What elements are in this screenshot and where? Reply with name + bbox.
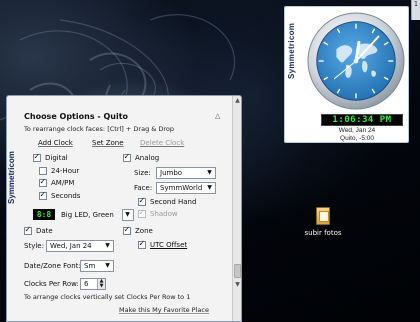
spin-down-icon[interactable]: ▼ bbox=[97, 284, 105, 289]
size-value: Jumbo bbox=[160, 169, 183, 177]
zone-checkbox[interactable] bbox=[123, 227, 131, 235]
analog-clock-face bbox=[307, 12, 405, 110]
hour24-checkbox[interactable] bbox=[39, 167, 47, 175]
led-preview: 8:8 bbox=[33, 209, 55, 220]
desktop-icon-label: subir fotos bbox=[304, 229, 342, 237]
date-style-value: Wed, Jan 24 bbox=[50, 242, 92, 250]
ampm-label: AM/PM bbox=[51, 179, 75, 187]
face-label: Face: bbox=[134, 184, 153, 192]
font-label: Date/Zone Font: bbox=[24, 262, 81, 270]
analog-label: Analog bbox=[135, 154, 160, 162]
size-select[interactable]: Jumbo ▼ bbox=[156, 167, 216, 179]
led-style-select[interactable]: ▼ bbox=[122, 209, 134, 221]
size-label: Size: bbox=[134, 169, 151, 177]
face-select[interactable]: SymmWorld ▼ bbox=[156, 182, 216, 194]
font-select[interactable]: Sm ▼ bbox=[80, 260, 114, 272]
clock-gadget[interactable]: Symmetricom 1:06:34 PM Wed, Jan 24 Quito… bbox=[284, 6, 409, 143]
digital-checkbox[interactable] bbox=[33, 154, 41, 162]
folder-icon bbox=[316, 207, 330, 225]
scroll-up-icon[interactable]: ▲ bbox=[233, 96, 241, 106]
zone-label: Zone bbox=[135, 227, 153, 235]
shadow-checkbox[interactable] bbox=[138, 210, 146, 218]
seconds-checkbox[interactable] bbox=[39, 192, 47, 200]
clock-brand-label: Symmetricom bbox=[287, 22, 296, 79]
options-brand-label: Symmetricom bbox=[7, 151, 16, 204]
scroll-down-icon[interactable]: ▼ bbox=[233, 280, 241, 290]
ampm-checkbox[interactable] bbox=[39, 179, 47, 187]
rearrange-hint: To rearrange clock faces: [Ctrl] + Drag … bbox=[24, 125, 175, 133]
clocks-per-row-value: 6 bbox=[84, 280, 89, 288]
second-hand-label: Second Hand bbox=[150, 198, 197, 206]
edge-tab[interactable]: 1 bbox=[411, 0, 420, 20]
face-value: SymmWorld bbox=[160, 184, 203, 192]
digital-time-display: 1:06:34 PM bbox=[321, 114, 403, 126]
date-checkbox[interactable] bbox=[24, 227, 32, 235]
led-style-label: Big LED, Green bbox=[61, 211, 114, 219]
seconds-label: Seconds bbox=[51, 192, 81, 200]
add-clock-button[interactable]: Add Clock bbox=[38, 139, 73, 147]
options-scrollbar[interactable]: ▲ ▼ bbox=[232, 96, 241, 321]
delete-clock-button[interactable]: Delete Clock bbox=[140, 139, 184, 147]
clock-zone: Quito, -5:00 bbox=[340, 135, 374, 142]
utc-offset-checkbox[interactable] bbox=[138, 241, 146, 249]
digital-label: Digital bbox=[45, 154, 68, 162]
desktop-folder-icon[interactable]: subir fotos bbox=[298, 207, 348, 237]
clocks-per-row-label: Clocks Per Row: bbox=[24, 280, 79, 288]
options-panel: Symmetricom Choose Options - Quito △ To … bbox=[6, 95, 242, 322]
hour24-label: 24-Hour bbox=[51, 167, 80, 175]
set-zone-button[interactable]: Set Zone bbox=[92, 139, 124, 147]
utc-offset-label: UTC Offset bbox=[150, 241, 188, 249]
analog-checkbox[interactable] bbox=[123, 154, 131, 162]
collapse-icon[interactable]: △ bbox=[215, 112, 220, 120]
chevron-down-icon: ▼ bbox=[207, 169, 212, 176]
style-label: Style: bbox=[24, 242, 44, 250]
date-style-select[interactable]: Wed, Jan 24 ▼ bbox=[46, 240, 114, 252]
chevron-down-icon: ▼ bbox=[207, 184, 212, 191]
chevron-down-icon: ▼ bbox=[105, 262, 110, 269]
scroll-thumb[interactable] bbox=[234, 264, 241, 278]
clocks-per-row-hint: To arrange clocks vertically set Clocks … bbox=[24, 293, 191, 301]
date-label: Date bbox=[36, 227, 53, 235]
chevron-down-icon: ▼ bbox=[125, 211, 130, 218]
clocks-per-row-stepper[interactable]: 6 ▲ ▼ bbox=[80, 278, 106, 290]
options-title: Choose Options - Quito bbox=[24, 112, 129, 121]
chevron-down-icon: ▼ bbox=[105, 242, 110, 249]
font-value: Sm bbox=[84, 262, 96, 270]
clock-date: Wed, Jan 24 bbox=[338, 127, 376, 134]
second-hand-checkbox[interactable] bbox=[138, 198, 146, 206]
favorite-place-link[interactable]: Make this My Favorite Place bbox=[119, 306, 209, 314]
shadow-label: Shadow bbox=[150, 210, 178, 218]
